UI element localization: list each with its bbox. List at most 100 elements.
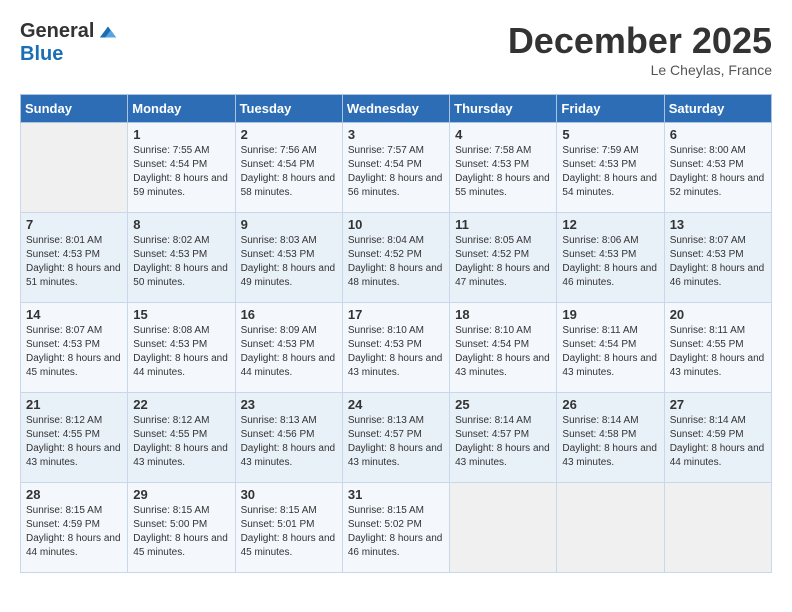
calendar-table: SundayMondayTuesdayWednesdayThursdayFrid…	[20, 94, 772, 573]
day-number: 26	[562, 397, 658, 412]
day-number: 2	[241, 127, 337, 142]
day-number: 13	[670, 217, 766, 232]
day-number: 30	[241, 487, 337, 502]
cell-info: Sunrise: 7:55 AMSunset: 4:54 PMDaylight:…	[133, 144, 229, 200]
day-number: 12	[562, 217, 658, 232]
calendar-cell: 30 Sunrise: 8:15 AMSunset: 5:01 PMDayligh…	[235, 483, 342, 573]
calendar-cell: 7 Sunrise: 8:01 AMSunset: 4:53 PMDaylight…	[21, 213, 128, 303]
day-number: 28	[26, 487, 122, 502]
cell-info: Sunrise: 8:07 AMSunset: 4:53 PMDaylight:…	[670, 234, 766, 290]
cell-info: Sunrise: 8:10 AMSunset: 4:53 PMDaylight:…	[348, 324, 444, 380]
cell-info: Sunrise: 7:57 AMSunset: 4:54 PMDaylight:…	[348, 144, 444, 200]
logo: General Blue	[20, 20, 118, 66]
day-number: 6	[670, 127, 766, 142]
calendar-week-row: 28 Sunrise: 8:15 AMSunset: 4:59 PMDayligh…	[21, 483, 772, 573]
calendar-cell	[664, 483, 771, 573]
cell-info: Sunrise: 8:15 AMSunset: 5:00 PMDaylight:…	[133, 504, 229, 560]
day-number: 25	[455, 397, 551, 412]
cell-info: Sunrise: 8:01 AMSunset: 4:53 PMDaylight:…	[26, 234, 122, 290]
day-number: 27	[670, 397, 766, 412]
calendar-cell: 19 Sunrise: 8:11 AMSunset: 4:54 PMDayligh…	[557, 303, 664, 393]
calendar-cell: 24 Sunrise: 8:13 AMSunset: 4:57 PMDayligh…	[342, 393, 449, 483]
cell-info: Sunrise: 8:08 AMSunset: 4:53 PMDaylight:…	[133, 324, 229, 380]
page-header: General Blue December 2025 Le Cheylas, F…	[20, 20, 772, 78]
day-number: 23	[241, 397, 337, 412]
cell-info: Sunrise: 8:15 AMSunset: 4:59 PMDaylight:…	[26, 504, 122, 560]
calendar-cell: 12 Sunrise: 8:06 AMSunset: 4:53 PMDayligh…	[557, 213, 664, 303]
cell-info: Sunrise: 8:14 AMSunset: 4:58 PMDaylight:…	[562, 414, 658, 470]
weekday-header: Wednesday	[342, 95, 449, 123]
calendar-cell: 11Sunrise: 8:05 AMSunset: 4:52 PMDayligh…	[450, 213, 557, 303]
logo-icon	[98, 24, 118, 40]
cell-info: Sunrise: 8:15 AMSunset: 5:01 PMDaylight:…	[241, 504, 337, 560]
calendar-cell: 21 Sunrise: 8:12 AMSunset: 4:55 PMDayligh…	[21, 393, 128, 483]
cell-info: Sunrise: 8:12 AMSunset: 4:55 PMDaylight:…	[133, 414, 229, 470]
cell-info: Sunrise: 8:04 AMSunset: 4:52 PMDaylight:…	[348, 234, 444, 290]
day-number: 21	[26, 397, 122, 412]
day-number: 5	[562, 127, 658, 142]
cell-info: Sunrise: 8:02 AMSunset: 4:53 PMDaylight:…	[133, 234, 229, 290]
cell-info: Sunrise: 8:13 AMSunset: 4:57 PMDaylight:…	[348, 414, 444, 470]
logo-blue: Blue	[20, 43, 63, 66]
cell-info: Sunrise: 8:11 AMSunset: 4:55 PMDaylight:…	[670, 324, 766, 380]
calendar-cell: 26 Sunrise: 8:14 AMSunset: 4:58 PMDayligh…	[557, 393, 664, 483]
day-number: 4	[455, 127, 551, 142]
calendar-cell: 20 Sunrise: 8:11 AMSunset: 4:55 PMDayligh…	[664, 303, 771, 393]
weekday-header: Tuesday	[235, 95, 342, 123]
day-number: 1	[133, 127, 229, 142]
calendar-cell: 23Sunrise: 8:13 AMSunset: 4:56 PMDayligh…	[235, 393, 342, 483]
day-number: 11	[455, 217, 551, 232]
calendar-cell: 28 Sunrise: 8:15 AMSunset: 4:59 PMDayligh…	[21, 483, 128, 573]
calendar-week-row: 14 Sunrise: 8:07 AMSunset: 4:53 PMDayligh…	[21, 303, 772, 393]
title-area: December 2025 Le Cheylas, France	[508, 20, 772, 78]
calendar-cell: 15 Sunrise: 8:08 AMSunset: 4:53 PMDayligh…	[128, 303, 235, 393]
cell-info: Sunrise: 8:15 AMSunset: 5:02 PMDaylight:…	[348, 504, 444, 560]
cell-info: Sunrise: 8:06 AMSunset: 4:53 PMDaylight:…	[562, 234, 658, 290]
calendar-cell	[450, 483, 557, 573]
day-number: 16	[241, 307, 337, 322]
cell-info: Sunrise: 8:14 AMSunset: 4:57 PMDaylight:…	[455, 414, 551, 470]
day-number: 19	[562, 307, 658, 322]
day-number: 17	[348, 307, 444, 322]
cell-info: Sunrise: 8:07 AMSunset: 4:53 PMDaylight:…	[26, 324, 122, 380]
cell-info: Sunrise: 8:12 AMSunset: 4:55 PMDaylight:…	[26, 414, 122, 470]
day-number: 9	[241, 217, 337, 232]
day-number: 3	[348, 127, 444, 142]
location: Le Cheylas, France	[508, 62, 772, 78]
day-number: 31	[348, 487, 444, 502]
calendar-cell: 2 Sunrise: 7:56 AMSunset: 4:54 PMDaylight…	[235, 123, 342, 213]
calendar-cell: 17 Sunrise: 8:10 AMSunset: 4:53 PMDayligh…	[342, 303, 449, 393]
cell-info: Sunrise: 7:59 AMSunset: 4:53 PMDaylight:…	[562, 144, 658, 200]
calendar-cell: 8Sunrise: 8:02 AMSunset: 4:53 PMDaylight…	[128, 213, 235, 303]
calendar-cell: 18 Sunrise: 8:10 AMSunset: 4:54 PMDayligh…	[450, 303, 557, 393]
calendar-cell: 1 Sunrise: 7:55 AMSunset: 4:54 PMDaylight…	[128, 123, 235, 213]
day-number: 7	[26, 217, 122, 232]
calendar-cell	[21, 123, 128, 213]
cell-info: Sunrise: 8:10 AMSunset: 4:54 PMDaylight:…	[455, 324, 551, 380]
day-number: 15	[133, 307, 229, 322]
calendar-cell: 16 Sunrise: 8:09 AMSunset: 4:53 PMDayligh…	[235, 303, 342, 393]
calendar-cell: 13 Sunrise: 8:07 AMSunset: 4:53 PMDayligh…	[664, 213, 771, 303]
cell-info: Sunrise: 7:56 AMSunset: 4:54 PMDaylight:…	[241, 144, 337, 200]
calendar-cell: 5 Sunrise: 7:59 AMSunset: 4:53 PMDaylight…	[557, 123, 664, 213]
weekday-header: Saturday	[664, 95, 771, 123]
calendar-cell	[557, 483, 664, 573]
day-number: 20	[670, 307, 766, 322]
calendar-cell: 27Sunrise: 8:14 AMSunset: 4:59 PMDayligh…	[664, 393, 771, 483]
day-number: 24	[348, 397, 444, 412]
cell-info: Sunrise: 8:11 AMSunset: 4:54 PMDaylight:…	[562, 324, 658, 380]
cell-info: Sunrise: 8:03 AMSunset: 4:53 PMDaylight:…	[241, 234, 337, 290]
calendar-cell: 4 Sunrise: 7:58 AMSunset: 4:53 PMDaylight…	[450, 123, 557, 213]
day-number: 14	[26, 307, 122, 322]
logo-general: General	[20, 20, 94, 43]
day-number: 10	[348, 217, 444, 232]
calendar-cell: 14 Sunrise: 8:07 AMSunset: 4:53 PMDayligh…	[21, 303, 128, 393]
cell-info: Sunrise: 7:58 AMSunset: 4:53 PMDaylight:…	[455, 144, 551, 200]
calendar-cell: 6Sunrise: 8:00 AMSunset: 4:53 PMDaylight…	[664, 123, 771, 213]
cell-info: Sunrise: 8:09 AMSunset: 4:53 PMDaylight:…	[241, 324, 337, 380]
calendar-cell: 22Sunrise: 8:12 AMSunset: 4:55 PMDayligh…	[128, 393, 235, 483]
weekday-header: Monday	[128, 95, 235, 123]
calendar-cell: 3 Sunrise: 7:57 AMSunset: 4:54 PMDaylight…	[342, 123, 449, 213]
day-number: 18	[455, 307, 551, 322]
calendar-header-row: SundayMondayTuesdayWednesdayThursdayFrid…	[21, 95, 772, 123]
